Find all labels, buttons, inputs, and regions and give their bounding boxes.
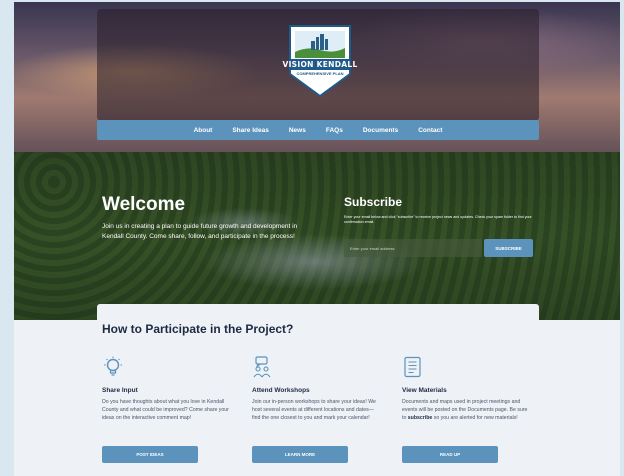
subscribe-heading: Subscribe <box>344 195 403 209</box>
nav-documents[interactable]: Documents <box>353 127 408 134</box>
welcome-text: Join us in creating a plan to guide futu… <box>102 223 298 240</box>
email-field[interactable] <box>344 239 482 257</box>
attend-workshops-column: Attend Workshops Join our in-person work… <box>252 356 382 423</box>
subscribe-text: Enter your email below and click "subscr… <box>344 215 532 224</box>
nav-share-ideas[interactable]: Share Ideas <box>222 127 279 134</box>
share-input-text: Do you have thoughts about what you love… <box>102 399 229 422</box>
nav-contact[interactable]: Contact <box>408 127 452 134</box>
attend-workshops-text: Join our in-person workshops to share yo… <box>252 399 376 422</box>
welcome-heading: Welcome <box>102 194 186 215</box>
view-materials-title: View Materials <box>402 387 447 394</box>
group-chat-icon <box>253 356 271 378</box>
share-input-title: Share Input <box>102 387 138 394</box>
view-materials-column: View Materials Documents and maps used i… <box>402 356 532 423</box>
nav-faqs[interactable]: FAQs <box>316 127 353 134</box>
view-materials-text-end: so you are alerted for new materials! <box>432 415 518 422</box>
share-input-column: Share Input Do you have thoughts about w… <box>102 356 232 423</box>
document-icon <box>404 356 421 378</box>
page: VISION KENDALL COMPREHENSIVE PLAN About … <box>14 2 620 476</box>
lightbulb-icon <box>104 356 122 376</box>
logo-subtitle: COMPREHENSIVE PLAN <box>296 71 344 76</box>
view-materials-text: Documents and maps used in project meeti… <box>402 398 532 423</box>
logo-title: VISION KENDALL <box>282 60 358 69</box>
nav-news[interactable]: News <box>279 127 316 134</box>
read-up-button[interactable]: READ UP <box>402 446 498 463</box>
attend-workshops-title: Attend Workshops <box>252 387 310 394</box>
nav-about[interactable]: About <box>184 127 223 134</box>
participate-section: How to Participate in the Project? Share… <box>97 304 539 476</box>
post-ideas-button[interactable]: POST IDEAS <box>102 446 198 463</box>
subscribe-emphasis: subscribe <box>407 415 433 422</box>
learn-more-button[interactable]: LEARN MORE <box>252 446 348 463</box>
subscribe-button[interactable]: SUBSCRIBE <box>484 239 533 257</box>
participate-heading: How to Participate in the Project? <box>102 322 294 336</box>
main-nav: About Share Ideas News FAQs Documents Co… <box>97 120 539 140</box>
